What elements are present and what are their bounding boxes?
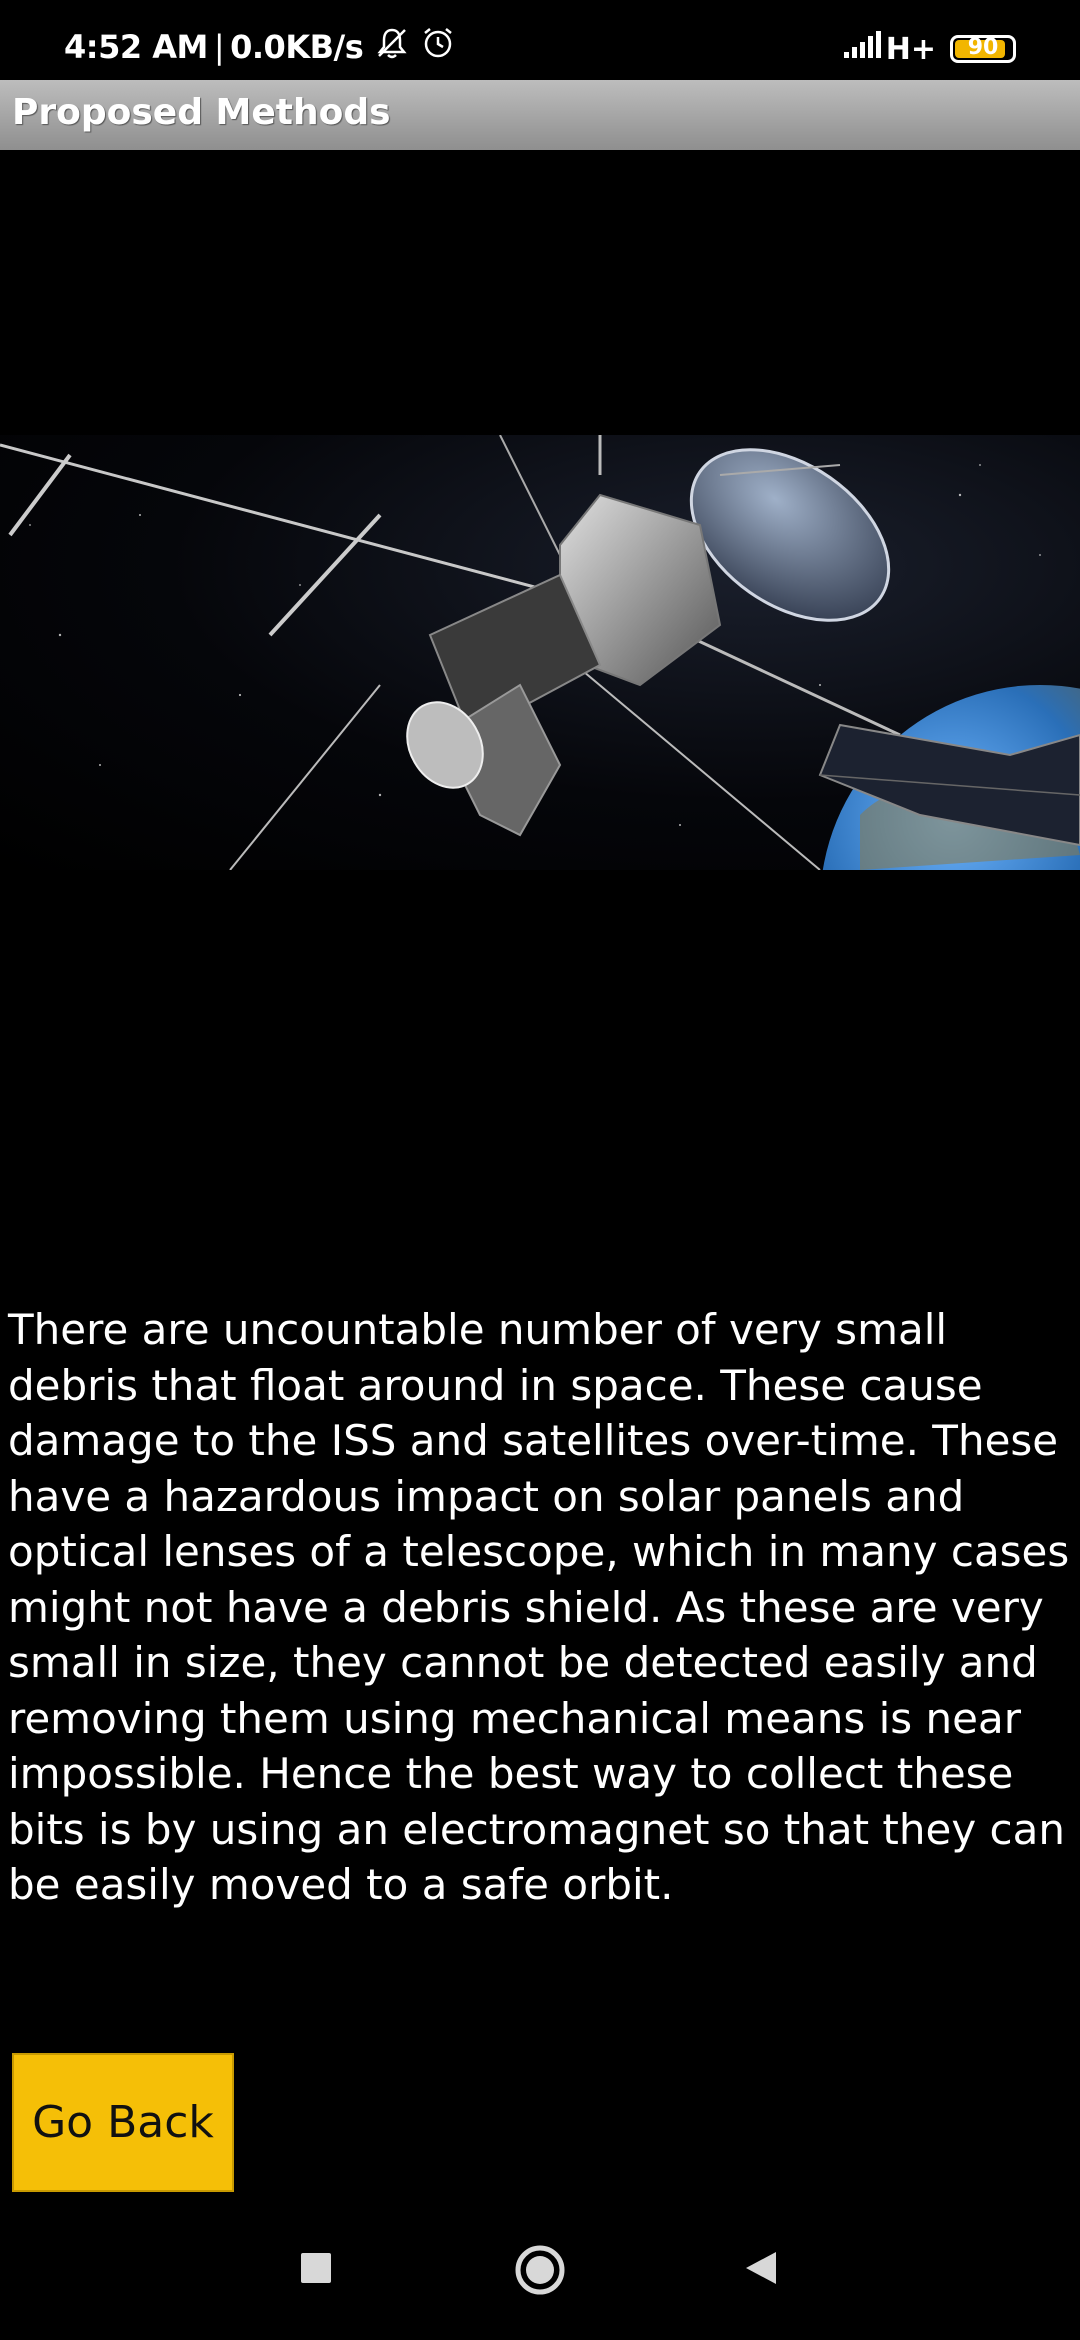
status-time: 4:52 AM xyxy=(64,28,208,66)
description-text: There are uncountable number of very sma… xyxy=(8,1305,1070,1909)
status-network-speed: 0.0KB/s xyxy=(230,28,364,66)
back-icon[interactable] xyxy=(742,2248,782,2292)
mute-icon xyxy=(375,26,409,68)
signal-type: H+ xyxy=(885,31,936,67)
status-left: 4:52 AM | 0.0KB/s xyxy=(64,26,455,68)
home-icon[interactable] xyxy=(514,2244,566,2300)
alarm-icon xyxy=(421,26,455,68)
page-title: Proposed Methods xyxy=(12,92,391,133)
navigation-bar xyxy=(0,2220,1080,2340)
status-bar: 4:52 AM | 0.0KB/s H+ 90 xyxy=(0,0,1080,80)
go-back-button[interactable]: Go Back xyxy=(12,2053,234,2192)
status-right: H+ 90 xyxy=(842,30,1016,68)
app-bar: Proposed Methods xyxy=(0,80,1080,150)
battery-icon: 90 xyxy=(950,35,1016,63)
battery-level: 90 xyxy=(967,35,999,60)
signal-icon xyxy=(842,30,882,68)
recents-icon[interactable] xyxy=(298,2250,334,2290)
satellite-image xyxy=(0,435,1080,870)
status-separator: | xyxy=(213,28,225,66)
